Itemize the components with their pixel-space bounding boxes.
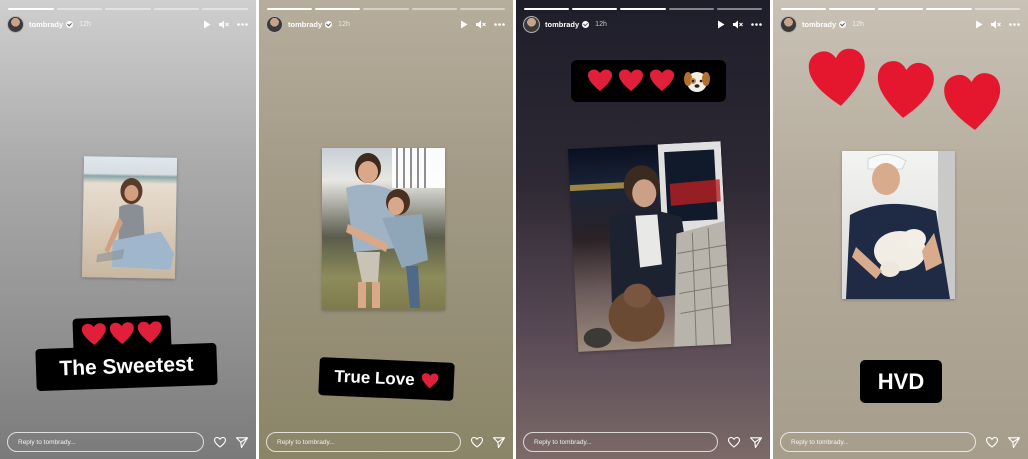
progress-segment — [926, 8, 972, 10]
progress-segment — [56, 8, 103, 10]
progress-segment — [716, 8, 763, 10]
progress-segment — [202, 8, 248, 10]
progress-segment — [829, 8, 875, 10]
mute-icon[interactable] — [733, 20, 743, 29]
reply-input[interactable]: Reply to tombrady... — [7, 432, 204, 452]
story-progress-bar — [267, 8, 506, 10]
mute-icon[interactable] — [476, 20, 486, 29]
story-panel[interactable]: tombrady 12h ❤️❤️❤️ — [773, 0, 1028, 459]
username[interactable]: tombrady — [802, 20, 836, 29]
story-photo — [322, 148, 445, 310]
progress-segment — [411, 8, 457, 10]
more-icon[interactable] — [1009, 22, 1020, 26]
more-icon[interactable] — [751, 22, 762, 26]
sticker-text: The Sweetest — [59, 352, 194, 381]
story-header: tombrady 12h — [780, 15, 1020, 33]
reply-placeholder: Reply to tombrady... — [18, 438, 76, 446]
play-icon[interactable] — [717, 20, 725, 29]
story-photo — [842, 151, 955, 299]
progress-segment — [877, 8, 924, 10]
username[interactable]: tombrady — [29, 20, 63, 29]
emoji-hearts: ❤️❤️❤️ — [808, 48, 1008, 138]
reply-input[interactable]: Reply to tombrady... — [523, 432, 718, 452]
progress-segment — [620, 8, 666, 10]
avatar[interactable] — [523, 15, 540, 33]
story-photo — [567, 141, 732, 352]
story-panel[interactable]: tombrady 12h True Love Reply to tombrady… — [259, 0, 513, 459]
emoji-sticker: ❤️❤️❤️🐶 — [571, 60, 726, 102]
send-icon[interactable] — [1008, 436, 1020, 448]
more-icon[interactable] — [494, 22, 505, 26]
progress-segment — [105, 8, 151, 10]
progress-segment — [974, 8, 1021, 10]
heart-icon — [588, 69, 674, 91]
story-progress-bar — [524, 8, 763, 10]
story-header: tombrady 12h — [266, 15, 505, 33]
reply-input[interactable]: Reply to tombrady... — [266, 432, 461, 452]
reply-placeholder: Reply to tombrady... — [277, 438, 335, 446]
story-footer: Reply to tombrady... — [523, 432, 762, 452]
text-sticker: True Love — [318, 357, 455, 401]
username[interactable]: tombrady — [288, 20, 322, 29]
progress-segment — [572, 8, 618, 10]
text-sticker: The Sweetest — [35, 342, 218, 392]
post-age: 12h — [595, 20, 607, 28]
more-icon[interactable] — [237, 22, 248, 26]
progress-segment — [524, 8, 570, 10]
reply-placeholder: Reply to tombrady... — [534, 438, 592, 446]
progress-segment — [8, 8, 54, 10]
heart-icon — [81, 321, 162, 345]
verified-icon — [66, 20, 74, 28]
story-progress-bar — [8, 8, 248, 10]
story-progress-bar — [781, 8, 1021, 10]
sticker-text: True Love — [334, 366, 416, 390]
story-footer: Reply to tombrady... — [7, 432, 248, 452]
mute-icon[interactable] — [219, 20, 229, 29]
story-footer: Reply to tombrady... — [780, 432, 1020, 452]
send-icon[interactable] — [750, 436, 762, 448]
send-icon[interactable] — [493, 436, 505, 448]
story-header: tombrady 12h — [7, 15, 248, 33]
story-header: tombrady 12h — [523, 15, 762, 33]
reply-input[interactable]: Reply to tombrady... — [780, 432, 976, 452]
post-age: 12h — [852, 20, 864, 28]
progress-segment — [153, 8, 200, 10]
text-sticker: HVD — [860, 360, 942, 403]
story-panel[interactable]: tombrady 12h ❤️❤️❤️ The Sweet — [0, 0, 256, 459]
sticker-text: HVD — [877, 368, 925, 394]
progress-segment — [459, 8, 506, 10]
username[interactable]: tombrady — [545, 20, 579, 29]
play-icon[interactable] — [203, 20, 211, 29]
verified-icon — [839, 20, 847, 28]
play-icon[interactable] — [975, 20, 983, 29]
heart-icon[interactable] — [986, 436, 998, 448]
story-photo — [81, 156, 178, 279]
progress-segment — [781, 8, 827, 10]
heart-icon[interactable] — [214, 436, 226, 448]
story-footer: Reply to tombrady... — [266, 432, 505, 452]
verified-icon — [582, 20, 590, 28]
reply-placeholder: Reply to tombrady... — [791, 438, 849, 446]
dog-face-icon — [684, 72, 710, 92]
heart-icon[interactable] — [728, 436, 740, 448]
avatar[interactable] — [780, 15, 797, 33]
avatar[interactable] — [266, 15, 283, 33]
play-icon[interactable] — [460, 20, 468, 29]
story-panel[interactable]: tombrady 12h ❤️❤️❤️🐶 — [516, 0, 770, 459]
post-age: 12h — [338, 20, 350, 28]
progress-segment — [363, 8, 409, 10]
verified-icon — [325, 20, 333, 28]
post-age: 12h — [79, 20, 91, 28]
heart-icon — [808, 48, 1001, 130]
heart-icon[interactable] — [471, 436, 483, 448]
progress-segment — [267, 8, 313, 10]
avatar[interactable] — [7, 15, 24, 33]
mute-icon[interactable] — [991, 20, 1001, 29]
send-icon[interactable] — [236, 436, 248, 448]
progress-segment — [315, 8, 361, 10]
progress-segment — [668, 8, 714, 10]
heart-icon — [421, 373, 439, 389]
